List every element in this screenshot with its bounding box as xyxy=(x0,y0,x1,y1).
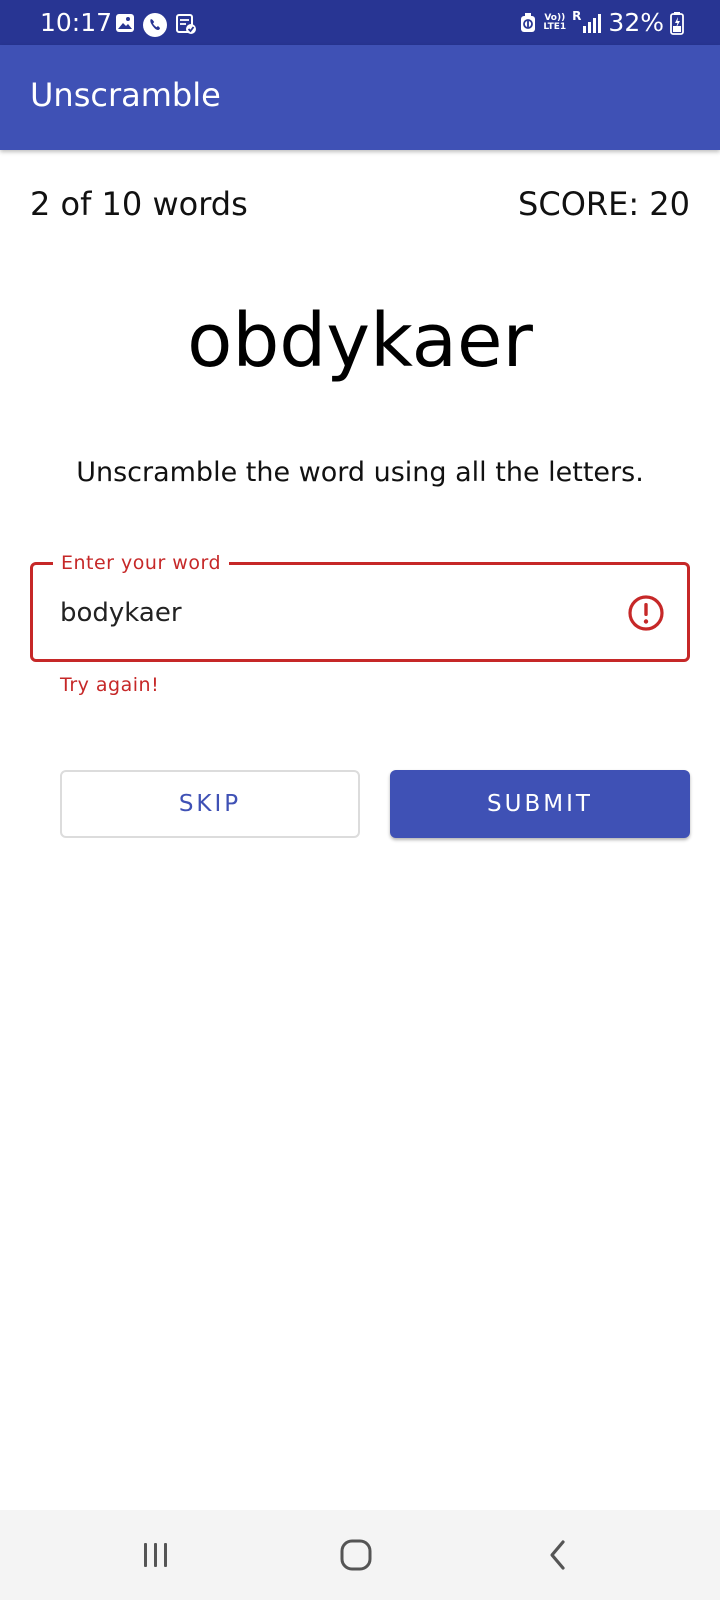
network-bottom-label: LTE1 xyxy=(543,22,567,32)
battery-icon xyxy=(670,12,684,35)
status-system-icons: Vo)) LTE1 R 32% xyxy=(519,8,684,38)
status-time: 10:17 xyxy=(40,8,113,37)
field-label: Enter your word xyxy=(53,551,230,575)
skip-button[interactable]: SKIP xyxy=(60,770,360,838)
clipboard-check-icon xyxy=(176,14,196,34)
back-button[interactable] xyxy=(528,1530,588,1580)
app-bar: Unscramble xyxy=(0,45,720,150)
signal-icon xyxy=(583,14,602,33)
error-message: Try again! xyxy=(60,674,160,696)
score: SCORE: 20 xyxy=(518,185,690,223)
instructions: Unscramble the word using all the letter… xyxy=(76,457,644,488)
status-notification-icons xyxy=(115,13,197,37)
roaming-label: R xyxy=(572,9,582,23)
scrambled-word: obdykaer xyxy=(187,298,533,384)
back-icon xyxy=(550,1540,565,1570)
signal-indicator: R xyxy=(572,9,602,34)
app-title: Unscramble xyxy=(30,76,221,114)
word-input[interactable] xyxy=(60,593,580,633)
home-button[interactable] xyxy=(326,1530,386,1580)
battery-percent: 32% xyxy=(608,8,664,37)
recents-icon xyxy=(144,1543,167,1567)
network-type: Vo)) LTE1 xyxy=(543,14,566,32)
home-icon xyxy=(340,1539,372,1571)
screen: 10:17 Vo)) LTE1 R 32% Unscramble 2 of 10… xyxy=(0,0,720,1600)
error-icon xyxy=(628,595,664,631)
submit-button[interactable]: SUBMIT xyxy=(390,770,690,838)
word-count: 2 of 10 words xyxy=(30,185,248,223)
recents-button[interactable] xyxy=(126,1530,186,1580)
gallery-icon xyxy=(116,14,134,32)
data-saver-icon xyxy=(521,13,536,32)
phone-icon xyxy=(143,13,167,37)
navigation-bar xyxy=(0,1510,720,1600)
word-text-field[interactable]: Enter your word xyxy=(30,551,690,662)
status-bar: 10:17 Vo)) LTE1 R 32% xyxy=(0,0,720,45)
